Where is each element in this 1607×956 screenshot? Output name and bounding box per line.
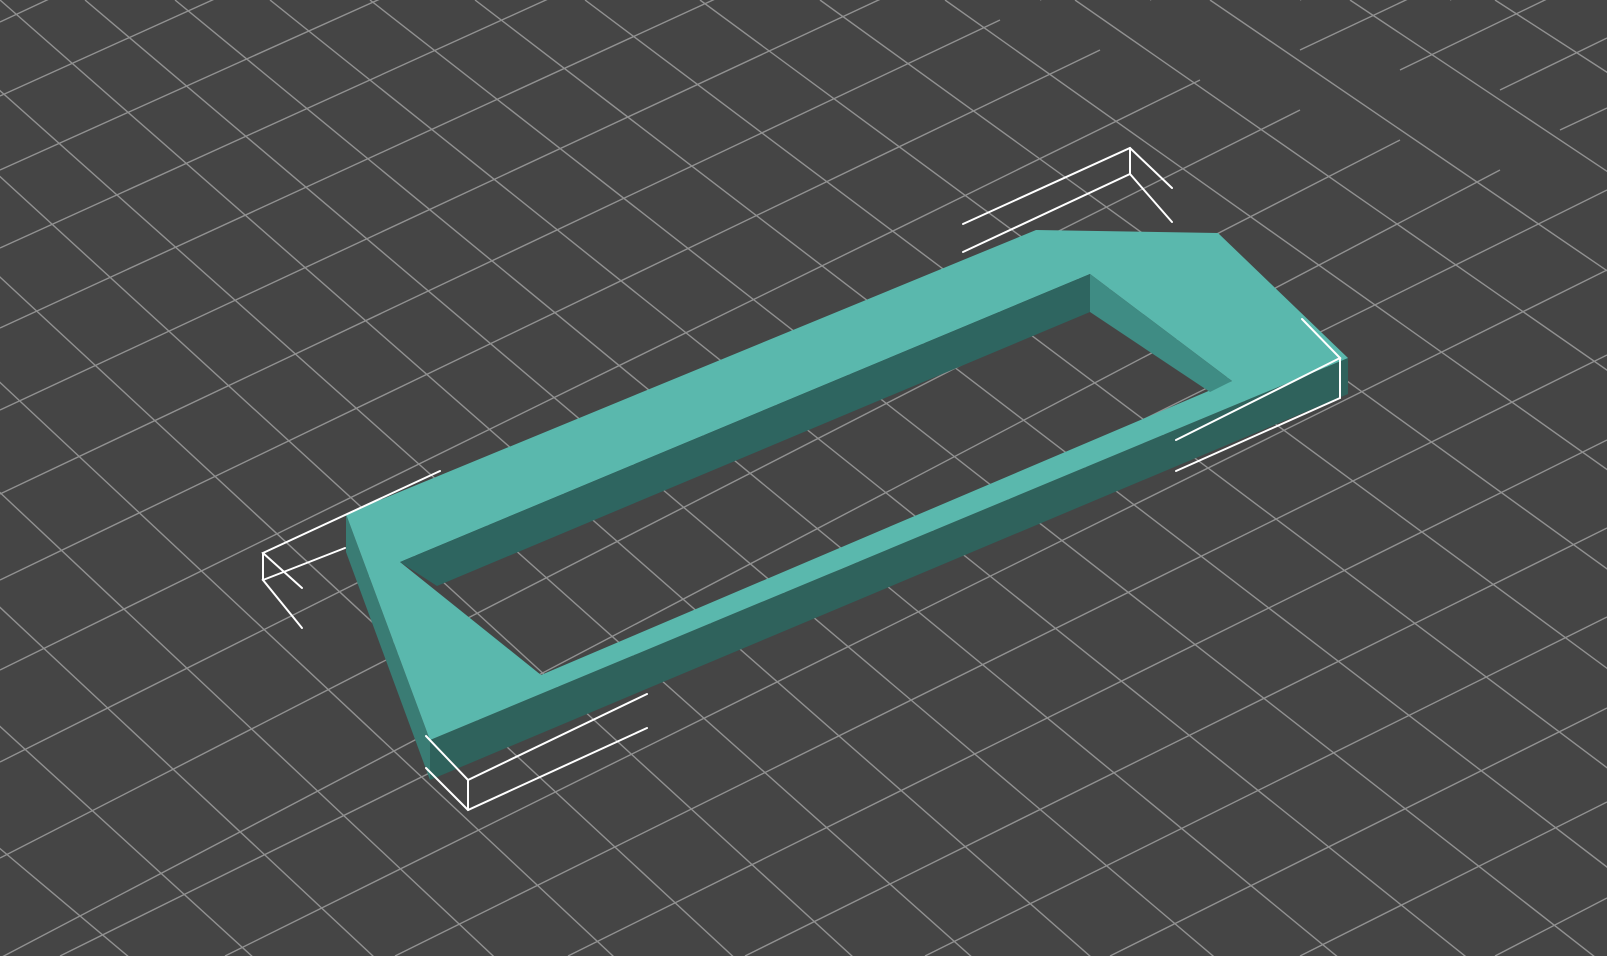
3d-viewport[interactable] xyxy=(0,0,1607,956)
viewport-background xyxy=(0,0,1607,956)
